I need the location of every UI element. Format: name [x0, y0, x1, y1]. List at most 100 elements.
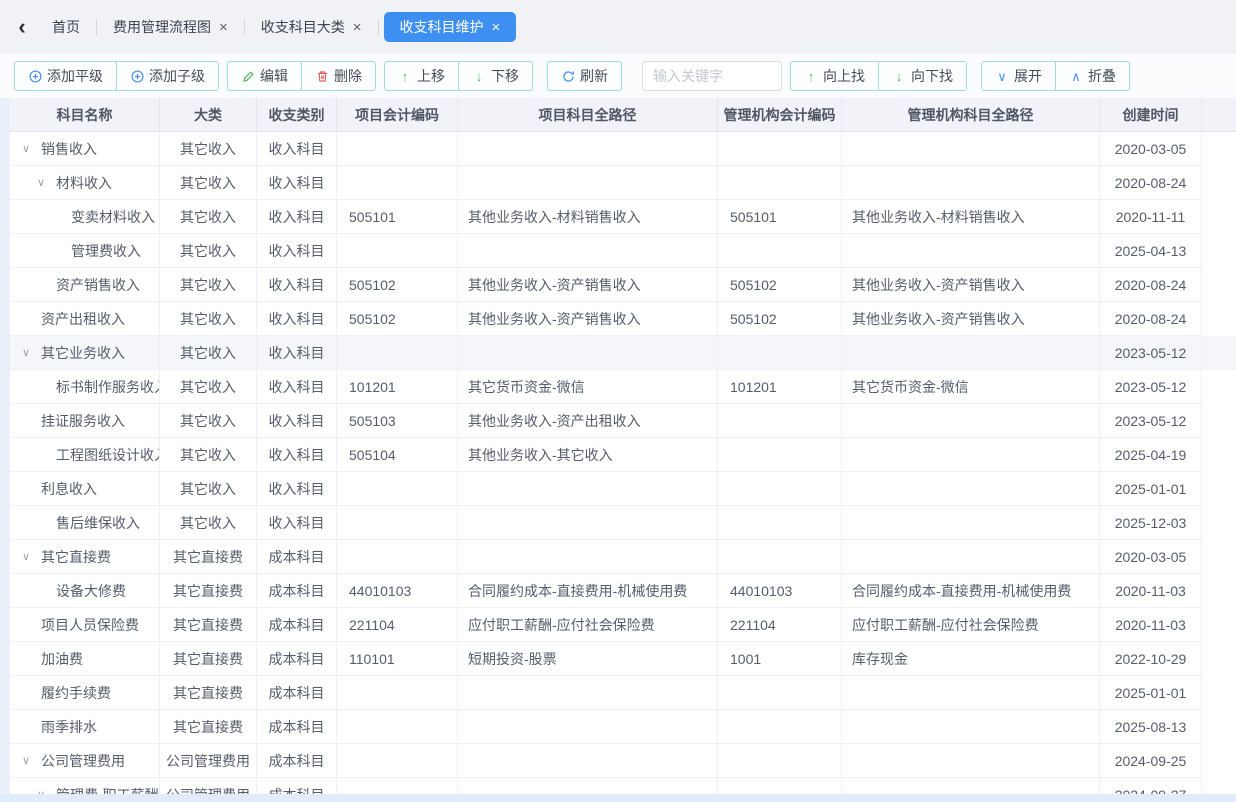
cell-mgmt_path [842, 676, 1100, 710]
cell-proj_path: 其他业务收入-资产销售收入 [458, 268, 718, 302]
tree-expand-icon[interactable]: ∨ [37, 176, 56, 189]
table-row[interactable]: ∨公司管理费用公司管理费用成本科目2024-09-25 [10, 744, 1236, 778]
edit-button[interactable]: 编辑 [227, 61, 302, 91]
button-label: 删除 [334, 66, 362, 86]
cell-mgmt_code [718, 710, 842, 744]
cell-category: 公司管理费用 [160, 744, 257, 778]
tab-close-icon[interactable]: × [492, 20, 501, 35]
back-chevron-icon[interactable]: ‹ [8, 16, 36, 38]
cell-mgmt_path [842, 710, 1100, 744]
search-input[interactable] [642, 61, 782, 91]
button-group: ↑向上找 ↓ 向下找 [790, 61, 967, 91]
table-row[interactable]: 项目人员保险费其它直接费成本科目221104应付职工薪酬-应付社会保险费2211… [10, 608, 1236, 642]
cell-created: 2025-04-19 [1100, 438, 1202, 472]
table-row[interactable]: 标书制作服务收入其它收入收入科目101201其它货币资金-微信101201其它货… [10, 370, 1236, 404]
horizontal-scrollbar[interactable] [0, 794, 1236, 802]
cell-proj_code: 110101 [337, 642, 458, 676]
tab-subject-maintain[interactable]: 收支科目维护× [384, 12, 517, 42]
tab-close-icon[interactable]: × [353, 20, 362, 35]
cell-proj_code [337, 472, 458, 506]
expand-button[interactable]: ∨展开 [981, 61, 1056, 91]
table-row[interactable]: 履约手续费其它直接费成本科目2025-01-01 [10, 676, 1236, 710]
cell-category: 其它直接费 [160, 540, 257, 574]
find-down-button[interactable]: ↓ 向下找 [878, 61, 967, 91]
button-group: 刷新 [547, 61, 622, 91]
cell-category: 其它收入 [160, 268, 257, 302]
row-gutter [1202, 132, 1236, 166]
refresh-icon [561, 69, 575, 83]
cell-proj_code [337, 166, 458, 200]
cell-proj_code: 505102 [337, 268, 458, 302]
cell-created: 2020-03-05 [1100, 132, 1202, 166]
table-row[interactable]: ∨销售收入其它收入收入科目2020-03-05 [10, 132, 1236, 166]
cell-mgmt_path: 其它货币资金-微信 [842, 370, 1100, 404]
cell-proj_code: 505102 [337, 302, 458, 336]
table-row[interactable]: 雨季排水其它直接费成本科目2025-08-13 [10, 710, 1236, 744]
arrow-up-icon: ↑ [398, 69, 412, 83]
tree-expand-icon[interactable]: ∨ [22, 550, 41, 563]
table-row[interactable]: 工程图纸设计收入其它收入收入科目505104其他业务收入-其它收入2025-04… [10, 438, 1236, 472]
cell-mgmt_path [842, 540, 1100, 574]
table-row[interactable]: 售后维保收入其它收入收入科目2025-12-03 [10, 506, 1236, 540]
cell-proj_code [337, 744, 458, 778]
table-row[interactable]: ∨其它直接费其它直接费成本科目2020-03-05 [10, 540, 1236, 574]
cell-proj_path [458, 234, 718, 268]
cell-proj_code: 101201 [337, 370, 458, 404]
table-row[interactable]: 利息收入其它收入收入科目2025-01-01 [10, 472, 1236, 506]
cell-created: 2025-08-13 [1100, 710, 1202, 744]
cell-mgmt_path: 应付职工薪酬-应付社会保险费 [842, 608, 1100, 642]
cell-category: 其它收入 [160, 166, 257, 200]
collapse-button[interactable]: ∧折叠 [1055, 61, 1130, 91]
table-row[interactable]: ∨材料收入其它收入收入科目2020-08-24 [10, 166, 1236, 200]
arrow-down-icon: ↓ [892, 69, 906, 83]
move-down-button[interactable]: ↓下移 [458, 61, 533, 91]
cell-mgmt_code [718, 336, 842, 370]
cell-type: 收入科目 [257, 404, 337, 438]
subject-name: 工程图纸设计收入 [56, 445, 160, 465]
refresh-button[interactable]: 刷新 [547, 61, 622, 91]
table-row[interactable]: 资产出租收入其它收入收入科目505102其他业务收入-资产销售收入505102其… [10, 302, 1236, 336]
cell-proj_path [458, 166, 718, 200]
tab-close-icon[interactable]: × [219, 20, 228, 35]
subject-name: 公司管理费用 [41, 751, 125, 771]
cell-created: 2023-05-12 [1100, 404, 1202, 438]
table-row[interactable]: 设备大修费其它直接费成本科目44010103合同履约成本-直接费用-机械使用费4… [10, 574, 1236, 608]
tab-home[interactable]: 首页 [36, 12, 96, 42]
row-gutter [1202, 166, 1236, 200]
button-label: 下移 [491, 66, 519, 86]
tree-indent [22, 454, 37, 455]
cell-name: 管理费收入 [10, 234, 160, 268]
button-label: 向下找 [911, 66, 953, 86]
row-gutter [1202, 438, 1236, 472]
tree-expand-icon[interactable]: ∨ [22, 346, 41, 359]
button-group: ∨展开∧折叠 [981, 61, 1130, 91]
add-sibling-button[interactable]: 添加平级 [14, 61, 117, 91]
tab-subject-category[interactable]: 收支科目大类× [245, 12, 378, 42]
tree-expand-icon[interactable]: ∨ [22, 754, 41, 767]
table-row[interactable]: 变卖材料收入其它收入收入科目505101其他业务收入-材料销售收入505101其… [10, 200, 1236, 234]
cell-type: 成本科目 [257, 642, 337, 676]
cell-type: 收入科目 [257, 234, 337, 268]
tree-expand-icon[interactable]: ∨ [22, 142, 41, 155]
move-up-button[interactable]: ↑上移 [384, 61, 459, 91]
cell-proj_path: 短期投资-股票 [458, 642, 718, 676]
find-up-button[interactable]: ↑向上找 [790, 61, 879, 91]
cell-name: 工程图纸设计收入 [10, 438, 160, 472]
cell-mgmt_code [718, 166, 842, 200]
cell-mgmt_path: 其他业务收入-材料销售收入 [842, 200, 1100, 234]
button-label: 展开 [1014, 66, 1042, 86]
row-gutter [1202, 710, 1236, 744]
cell-name: 标书制作服务收入 [10, 370, 160, 404]
table-row[interactable]: 挂证服务收入其它收入收入科目505103其他业务收入-资产出租收入2023-05… [10, 404, 1236, 438]
table-row[interactable]: 资产销售收入其它收入收入科目505102其他业务收入-资产销售收入505102其… [10, 268, 1236, 302]
cell-name: 资产出租收入 [10, 302, 160, 336]
table-row[interactable]: 管理费收入其它收入收入科目2025-04-13 [10, 234, 1236, 268]
cell-category: 其它收入 [160, 302, 257, 336]
table-row[interactable]: ∨其它业务收入其它收入收入科目2023-05-12 [10, 336, 1236, 370]
add-child-button[interactable]: 添加子级 [116, 61, 219, 91]
table-row[interactable]: 加油费其它直接费成本科目110101短期投资-股票1001库存现金2022-10… [10, 642, 1236, 676]
button-label: 添加子级 [149, 66, 205, 86]
tab-expense-flow[interactable]: 费用管理流程图× [97, 12, 244, 42]
delete-button[interactable]: 删除 [301, 61, 376, 91]
cell-proj_code: 221104 [337, 608, 458, 642]
